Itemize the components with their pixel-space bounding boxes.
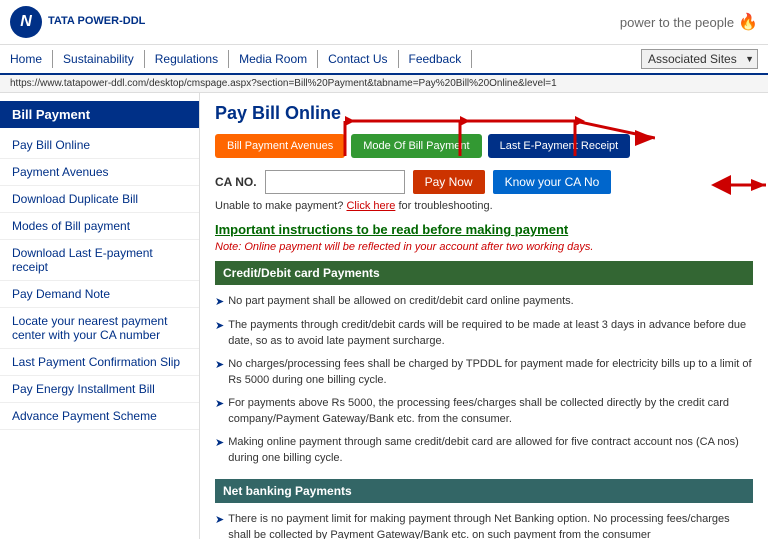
credit-bullet-5: ➤ Making online payment through same cre… <box>215 432 753 471</box>
sidebar-item-last-payment-slip[interactable]: Last Payment Confirmation Slip <box>0 349 199 376</box>
last-receipt-button[interactable]: Last E-Payment Receipt <box>488 134 631 158</box>
flame-icon: 🔥 <box>738 12 758 32</box>
logo-area: N TATA POWER-DDL <box>10 6 145 38</box>
arrow-icon-1: ➤ <box>215 294 224 311</box>
sidebar-item-download-duplicate[interactable]: Download Duplicate Bill <box>0 186 199 213</box>
trouble-link[interactable]: Click here <box>346 200 395 212</box>
sidebar-item-pay-demand-note[interactable]: Pay Demand Note <box>0 281 199 308</box>
nav-bar: Home Sustainability Regulations Media Ro… <box>0 45 768 75</box>
company-name: TATA POWER-DDL <box>48 15 145 28</box>
sidebar-item-pay-energy[interactable]: Pay Energy Installment Bill <box>0 376 199 403</box>
associated-sites-wrapper: Associated Sites <box>641 49 758 69</box>
site-header: N TATA POWER-DDL power to the people 🔥 <box>0 0 768 45</box>
credit-bullet-3: ➤ No charges/processing fees shall be ch… <box>215 354 753 393</box>
bill-payment-avenues-button[interactable]: Bill Payment Avenues <box>215 134 345 158</box>
credit-bullet-2: ➤ The payments through credit/debit card… <box>215 315 753 354</box>
credit-bullet-4: ➤ For payments above Rs 5000, the proces… <box>215 393 753 432</box>
top-action-buttons: Bill Payment Avenues Mode Of Bill Paymen… <box>215 134 753 158</box>
netbanking-section-header: Net banking Payments <box>215 479 753 503</box>
content-area: Pay Bill Online Bill Payment Avenues Mod… <box>200 93 768 539</box>
credit-bullet-1: ➤ No part payment shall be allowed on cr… <box>215 291 753 315</box>
sidebar-item-pay-bill-online[interactable]: Pay Bill Online <box>0 132 199 159</box>
nav-contact-us[interactable]: Contact Us <box>318 50 398 68</box>
nav-regulations[interactable]: Regulations <box>145 50 229 68</box>
arrow-icon-3: ➤ <box>215 357 224 389</box>
logo-icon: N <box>10 6 42 38</box>
arrow-icon-4: ➤ <box>215 396 224 428</box>
know-ca-button[interactable]: Know your CA No <box>493 170 612 194</box>
associated-sites-select[interactable]: Associated Sites <box>641 49 758 69</box>
mode-of-bill-button[interactable]: Mode Of Bill Payment <box>351 134 481 158</box>
credit-section-header: Credit/Debit card Payments <box>215 261 753 285</box>
pay-now-button[interactable]: Pay Now <box>413 170 485 194</box>
instructions-title: Important instructions to be read before… <box>215 222 753 237</box>
nav-media-room[interactable]: Media Room <box>229 50 318 68</box>
sidebar-item-locate-nearest[interactable]: Locate your nearest payment center with … <box>0 308 199 349</box>
ca-number-row: CA NO. Pay Now Know your CA No <box>215 170 753 194</box>
sidebar-title: Bill Payment <box>0 101 199 128</box>
nav-sustainability[interactable]: Sustainability <box>53 50 145 68</box>
nav-feedback[interactable]: Feedback <box>399 50 473 68</box>
note-text: Note: Online payment will be reflected i… <box>215 241 753 253</box>
url-bar: https://www.tatapower-ddl.com/desktop/cm… <box>0 75 768 93</box>
associated-select-wrapper[interactable]: Associated Sites <box>641 49 758 69</box>
ca-input[interactable] <box>265 170 405 194</box>
netbanking-bullet-1: ➤ There is no payment limit for making p… <box>215 509 753 540</box>
sidebar-item-modes-bill[interactable]: Modes of Bill payment <box>0 213 199 240</box>
ca-label: CA NO. <box>215 175 257 189</box>
sidebar-item-advance-payment[interactable]: Advance Payment Scheme <box>0 403 199 430</box>
arrow-icon-5: ➤ <box>215 435 224 467</box>
arrow-icon-nb: ➤ <box>215 512 224 540</box>
sidebar-item-payment-avenues[interactable]: Payment Avenues <box>0 159 199 186</box>
tagline: power to the people 🔥 <box>620 12 758 32</box>
arrow-icon-2: ➤ <box>215 318 224 350</box>
sidebar-item-download-last-epayment[interactable]: Download Last E-payment receipt <box>0 240 199 281</box>
main-layout: Bill Payment Pay Bill Online Payment Ave… <box>0 93 768 539</box>
page-title: Pay Bill Online <box>215 103 753 124</box>
nav-home[interactable]: Home <box>10 50 53 68</box>
trouble-text: Unable to make payment? Click here for t… <box>215 200 753 212</box>
sidebar: Bill Payment Pay Bill Online Payment Ave… <box>0 93 200 539</box>
